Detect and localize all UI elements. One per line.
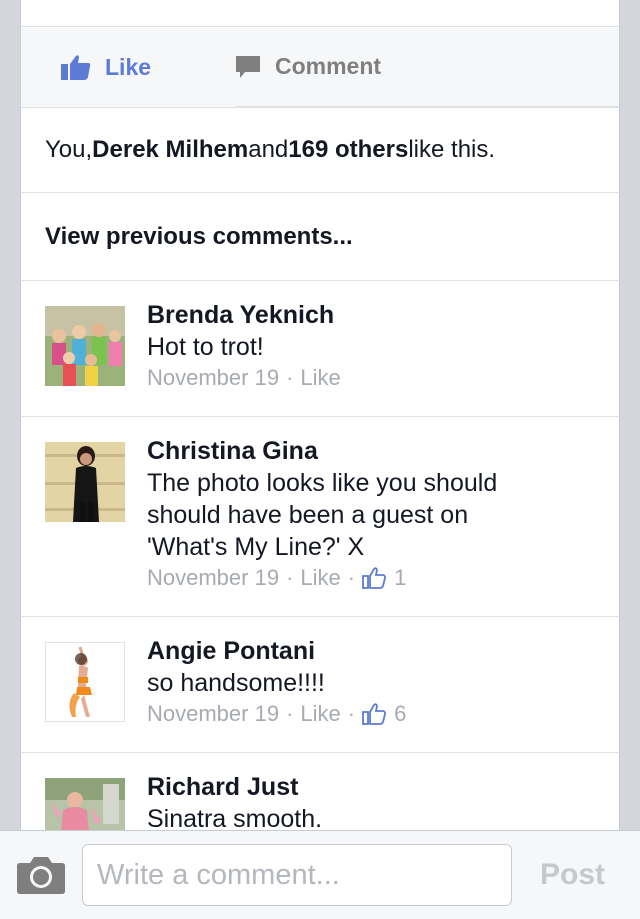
post-top-strip [21, 0, 619, 27]
likes-summary: You, Derek Milhem and 169 others like th… [21, 108, 619, 193]
likes-friend-link[interactable]: Derek Milhem [92, 136, 248, 164]
post-button[interactable]: Post [540, 844, 605, 906]
comment-label: Comment [275, 53, 382, 79]
commenter-name[interactable]: Richard Just [147, 771, 609, 803]
avatar[interactable] [45, 642, 125, 722]
comment-meta: November 19 · Like [147, 363, 609, 393]
avatar[interactable] [45, 306, 125, 386]
commenter-name[interactable]: Christina Gina [147, 435, 609, 467]
comment-date: November 19 [147, 565, 280, 590]
action-bar: Like Comment [21, 27, 619, 108]
meta-separator: · [286, 365, 294, 390]
meta-separator: · [347, 701, 356, 726]
like-button[interactable]: Like [61, 27, 151, 107]
comment-like-link[interactable]: Like [300, 699, 340, 729]
comment-text: so handsome!!!! [147, 669, 325, 697]
view-previous-comments[interactable]: View previous comments... [21, 193, 619, 281]
comment-like-count: 6 [394, 701, 407, 726]
commenter-name[interactable]: Angie Pontani [147, 635, 609, 667]
comment-meta: November 19 · Like · 1 [147, 563, 609, 593]
thumbs-up-outline-icon [362, 703, 386, 725]
comment-date: November 19 [147, 365, 280, 390]
post-card: Like Comment You, Derek Milhem and 169 o… [20, 0, 620, 919]
likes-others-link[interactable]: 169 others [288, 136, 408, 164]
comment-item: Christina Gina The photo looks like you … [21, 417, 619, 617]
comment-text: Hot to trot! [147, 333, 264, 361]
comment-like-link[interactable]: Like [300, 363, 340, 393]
comment-input[interactable] [82, 844, 512, 906]
comment-date: November 19 [147, 701, 280, 726]
meta-separator: · [347, 565, 356, 590]
likes-prefix: You, [45, 136, 93, 163]
comment-button[interactable]: Comment [235, 27, 619, 107]
likes-middle: and [248, 136, 289, 163]
meta-separator: · [286, 701, 294, 726]
comment-text-line: should have been a guest on [147, 501, 469, 529]
comment-body: Christina Gina The photo looks like you … [147, 435, 609, 593]
comment-meta: November 19 · Like · 6 [147, 699, 609, 729]
meta-separator: · [286, 565, 294, 590]
comment-body: Brenda Yeknich Hot to trot! November 19 … [147, 299, 609, 393]
comment-composer: Post [0, 830, 640, 919]
comment-body: Angie Pontani so handsome!!!! November 1… [147, 635, 609, 729]
comment-like-link[interactable]: Like [300, 563, 340, 593]
comment-text-line: 'What's My Line?' X [147, 533, 365, 561]
thumbs-up-outline-icon [362, 567, 386, 589]
comment-body: Richard Just Sinatra smooth. [147, 771, 609, 835]
comment-text-line: The photo looks like you should [147, 469, 498, 497]
comment-like-count: 1 [394, 565, 407, 590]
speech-bubble-icon [235, 54, 261, 80]
like-label: Like [105, 53, 152, 80]
avatar[interactable] [45, 442, 125, 522]
camera-icon[interactable] [16, 855, 66, 900]
commenter-name[interactable]: Brenda Yeknich [147, 299, 609, 331]
thumbs-up-icon [61, 54, 91, 80]
comment-item: Angie Pontani so handsome!!!! November 1… [21, 617, 619, 753]
comment-item: Brenda Yeknich Hot to trot! November 19 … [21, 281, 619, 417]
likes-suffix: like this. [408, 136, 496, 163]
